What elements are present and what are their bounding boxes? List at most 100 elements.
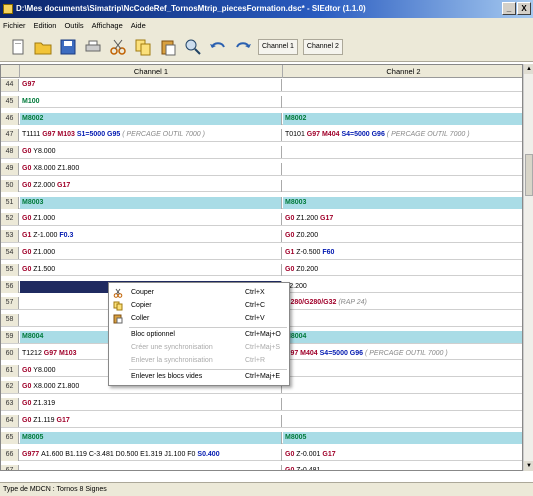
row-number[interactable]: 50: [1, 179, 19, 192]
channel1-cell[interactable]: G97: [20, 79, 282, 91]
table-row[interactable]: 65 M8005 M8005: [1, 431, 522, 445]
row-number[interactable]: 51: [1, 196, 19, 209]
table-row[interactable]: 47 T1111 G97 M103 S1=5000 G95 ( PERCAGE O…: [1, 129, 522, 142]
channel1-cell[interactable]: G0 Z1.119 G17: [20, 415, 282, 427]
close-button[interactable]: X: [517, 2, 531, 15]
menu-item-coller[interactable]: Coller Ctrl+V: [109, 313, 289, 325]
table-row[interactable]: 64 G0 Z1.119 G17: [1, 415, 522, 428]
table-row[interactable]: 53 G1 Z-1.000 F0.3 G0 Z0.200: [1, 230, 522, 243]
channel1-cell[interactable]: G0 Z1.000: [20, 247, 282, 259]
channel2-cell[interactable]: T0101 G97 M404 S4=5000 G96 ( PERCAGE OUT…: [283, 129, 522, 141]
channel2-cell[interactable]: G0 Z-0.001 G17: [283, 449, 522, 461]
table-row[interactable]: 46 M8002 M8002: [1, 112, 522, 126]
row-number[interactable]: 53: [1, 230, 19, 243]
row-number[interactable]: 57: [1, 297, 19, 310]
row-number[interactable]: 65: [1, 431, 19, 444]
channel2-toggle[interactable]: Channel 2: [302, 38, 343, 55]
row-number[interactable]: 59: [1, 331, 19, 343]
channel1-cell[interactable]: G0 X8.000 Z1.800: [20, 163, 282, 175]
channel2-cell[interactable]: G0 Z1.200 G17: [283, 213, 522, 225]
channel1-cell[interactable]: T1111 G97 M103 S1=5000 G95 ( PERCAGE OUT…: [20, 129, 282, 142]
table-row[interactable]: 51 M8003 M8003: [1, 196, 522, 210]
row-number[interactable]: 55: [1, 263, 19, 276]
table-row[interactable]: 67 G0 Z-0.481: [1, 465, 522, 470]
table-row[interactable]: 48 G0 Y8.000: [1, 146, 522, 159]
minimize-button[interactable]: _: [502, 2, 516, 15]
table-row[interactable]: 52 G0 Z1.000 G0 Z1.200 G17: [1, 213, 522, 226]
open-folder-button[interactable]: [33, 37, 53, 57]
channel2-cell[interactable]: [283, 314, 522, 326]
channel2-cell[interactable]: [283, 180, 522, 192]
channel2-cell[interactable]: [283, 146, 522, 158]
channel1-cell[interactable]: M8002: [20, 112, 282, 125]
row-number[interactable]: 56: [1, 280, 19, 293]
scroll-up-arrow-icon[interactable]: ▲: [524, 64, 533, 74]
menu-outils[interactable]: Outils: [64, 21, 83, 30]
channel2-cell[interactable]: G0 Z0.200: [283, 264, 522, 276]
table-row[interactable]: 45 M100: [1, 95, 522, 109]
row-number[interactable]: 62: [1, 381, 19, 394]
channel2-cell[interactable]: G0 Z-0.481: [283, 465, 522, 470]
find-button[interactable]: [183, 37, 203, 57]
channel1-cell[interactable]: G977 A1.600 B1.119 C-3.481 D0.500 E1.319…: [20, 448, 282, 461]
menu-item-copier[interactable]: Copier Ctrl+C: [109, 300, 289, 312]
print-button[interactable]: [83, 37, 103, 57]
row-number[interactable]: 49: [1, 163, 19, 175]
row-number[interactable]: 61: [1, 364, 19, 377]
channel2-cell[interactable]: M8002: [283, 112, 522, 125]
row-number[interactable]: 46: [1, 112, 19, 125]
menu-item-enlever-les-blocs-vides[interactable]: Enlever les blocs vides Ctrl+Maj+E: [109, 371, 289, 383]
channel1-toggle[interactable]: Channel 1: [258, 38, 298, 55]
channel2-cell[interactable]: G0 Z0.200: [283, 230, 522, 242]
menu-item-bloc-optionnel[interactable]: Bloc optionnel Ctrl+Maj+O: [109, 329, 289, 341]
scroll-thumb[interactable]: [525, 154, 533, 196]
channel2-cell[interactable]: [283, 365, 522, 377]
redo-button[interactable]: [233, 37, 253, 57]
save-button[interactable]: [58, 37, 78, 57]
menu-fichier[interactable]: Fichier: [3, 21, 26, 30]
channel1-cell[interactable]: G0 Y8.000: [20, 146, 282, 159]
row-number[interactable]: 44: [1, 79, 19, 91]
table-row[interactable]: 49 G0 X8.000 Z1.800: [1, 163, 522, 176]
copy-button[interactable]: [133, 37, 153, 57]
channel1-cell[interactable]: M8003: [20, 196, 282, 209]
channel1-cell[interactable]: M8005: [20, 431, 282, 444]
channel1-cell[interactable]: G0 Z1.000: [20, 213, 282, 226]
channel1-cell[interactable]: G0 Z1.319: [20, 398, 282, 411]
channel2-cell[interactable]: M8005: [283, 431, 522, 444]
vertical-scrollbar[interactable]: ▲ ▼: [523, 64, 533, 471]
row-number[interactable]: 66: [1, 448, 19, 461]
channel2-cell[interactable]: G97 M404 S4=5000 G96 ( PERCAGE OUTIL 700…: [283, 348, 522, 360]
cut-button[interactable]: [108, 37, 128, 57]
channel2-cell[interactable]: [283, 415, 522, 427]
menu-aide[interactable]: Aide: [131, 21, 146, 30]
row-number[interactable]: 52: [1, 213, 19, 226]
channel2-cell[interactable]: [283, 398, 522, 410]
channel2-cell[interactable]: M8004: [283, 331, 522, 343]
menu-item-couper[interactable]: Couper Ctrl+X: [109, 287, 289, 299]
paste-button[interactable]: [158, 37, 178, 57]
channel1-cell[interactable]: G0 Z2.000 G17: [20, 179, 282, 192]
table-row[interactable]: 44 G97: [1, 79, 522, 92]
program-grid[interactable]: Channel 1 Channel 2 44 G97 45 M100 46 M8002 M8…: [0, 64, 523, 471]
row-number[interactable]: 63: [1, 398, 19, 411]
channel2-header[interactable]: Channel 2: [283, 65, 522, 78]
channel1-cell[interactable]: [20, 465, 282, 470]
new-file-button[interactable]: [8, 37, 28, 57]
channel2-cell[interactable]: [283, 381, 522, 393]
channel1-cell[interactable]: G0 Z1.500: [20, 263, 282, 276]
table-row[interactable]: 55 G0 Z1.500 G0 Z0.200: [1, 263, 522, 277]
table-row[interactable]: 66 G977 A1.600 B1.119 C-3.481 D0.500 E1.3…: [1, 448, 522, 462]
channel2-cell[interactable]: G280/G280/G32 (RAP 24): [283, 297, 522, 309]
row-number[interactable]: 47: [1, 129, 19, 142]
channel2-cell[interactable]: [283, 96, 522, 108]
table-row[interactable]: 54 G0 Z1.000 G1 Z-0.500 F60: [1, 247, 522, 260]
channel1-cell[interactable]: M100: [20, 95, 282, 108]
table-row[interactable]: 63 G0 Z1.319: [1, 398, 522, 411]
channel2-cell[interactable]: G1 Z-0.500 F60: [283, 247, 522, 259]
row-number[interactable]: 64: [1, 415, 19, 427]
table-row[interactable]: 50 G0 Z2.000 G17: [1, 179, 522, 193]
menu-affichage[interactable]: Affichage: [92, 21, 123, 30]
channel1-cell[interactable]: G1 Z-1.000 F0.3: [20, 230, 282, 243]
undo-button[interactable]: [208, 37, 228, 57]
